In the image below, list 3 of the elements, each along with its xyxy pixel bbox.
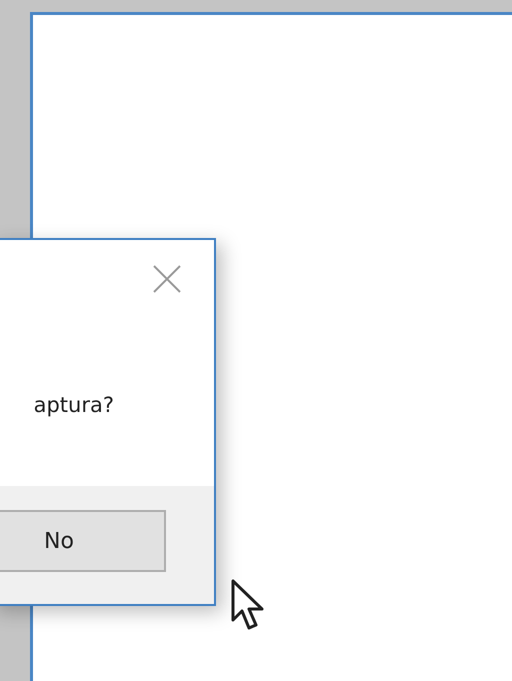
close-icon[interactable]	[152, 264, 182, 294]
dialog-button[interactable]: No	[0, 510, 166, 572]
dialog-message: aptura?	[34, 392, 114, 419]
